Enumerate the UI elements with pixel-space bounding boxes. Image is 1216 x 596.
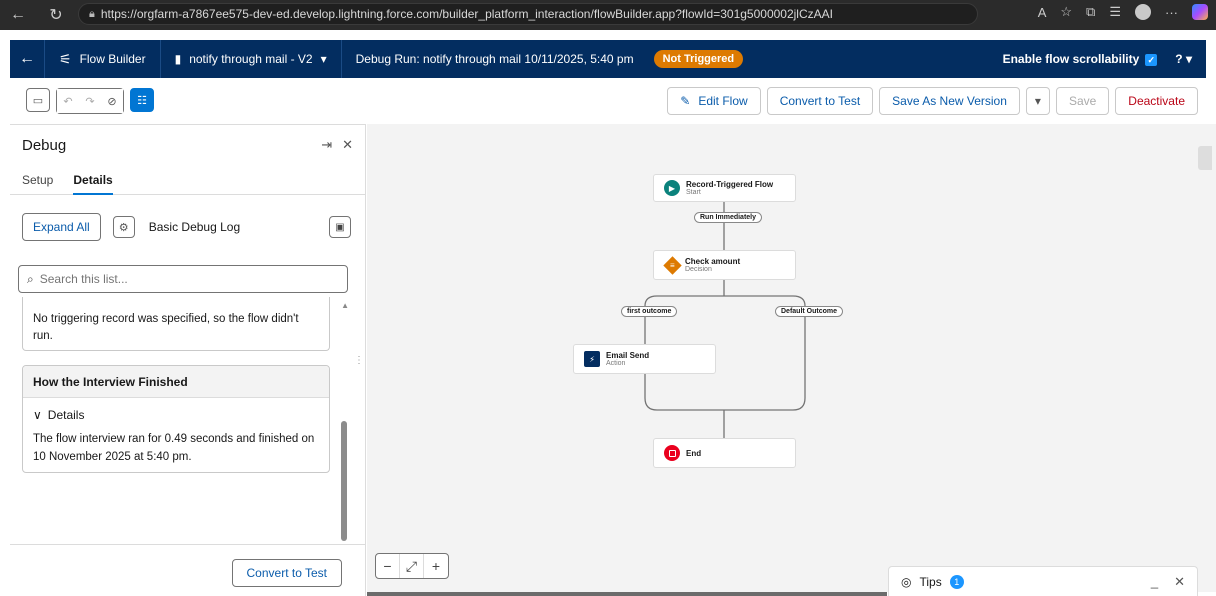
flow-toolbar: ▭ ↶ ↷ ⊘ ☷ ✎ Edit Flow Convert to Test Sav… <box>10 84 1206 118</box>
flow-version-menu[interactable]: ▮ notify through mail - V2 ▾ <box>161 52 341 66</box>
no-trigger-card: No triggering record was specified, so t… <box>22 297 330 351</box>
checkbox-checked-icon[interactable]: ✓ <box>1145 54 1158 67</box>
help-menu[interactable]: ? ▾ <box>1175 52 1192 66</box>
search-field[interactable]: ⌕ <box>18 265 348 293</box>
card2-text: The flow interview ran for 0.49 seconds … <box>33 433 315 463</box>
profile-avatar[interactable] <box>1135 4 1151 20</box>
card2-title: How the Interview Finished <box>23 366 329 398</box>
outcome-pill-default[interactable]: Default Outcome <box>775 306 844 317</box>
debug-run-info: Debug Run: notify through mail 10/11/202… <box>342 50 757 68</box>
deactivate-button[interactable]: Deactivate <box>1115 87 1198 115</box>
expand-all-button[interactable]: Expand All <box>22 213 101 241</box>
scrollability-toggle[interactable]: Enable flow scrollability ✓ <box>1003 52 1158 67</box>
save-options-dropdown[interactable]: ▾ <box>1025 87 1050 115</box>
zoom-controls: − ⤢ + <box>375 553 449 579</box>
caret-down-icon: ▾ <box>1034 94 1041 108</box>
search-icon: ⌕ <box>27 271 34 286</box>
tab-details[interactable]: Details <box>73 165 113 195</box>
copy-log-button[interactable]: ▣ <box>329 216 351 238</box>
footer-convert-to-test-button[interactable]: Convert to Test <box>231 559 342 587</box>
browser-back-icon[interactable]: ← <box>6 6 30 24</box>
zoom-in-button[interactable]: + <box>424 554 448 578</box>
tips-icon: ◎ <box>901 574 912 589</box>
more-menu-icon[interactable]: ··· <box>1165 5 1178 20</box>
close-icon[interactable]: ✕ <box>1174 574 1185 590</box>
favorite-star-icon[interactable]: ☆ <box>1060 4 1072 20</box>
save-button[interactable]: Save <box>1055 87 1110 115</box>
decision-icon: ≡ <box>663 255 682 275</box>
debug-tabs: Setup Details <box>10 165 365 195</box>
details-toggle[interactable]: ∨ Details <box>23 398 329 422</box>
debug-panel-footer: Convert to Test <box>10 544 366 596</box>
lightning-icon: ⚡︎ <box>584 351 600 367</box>
url-text: https://orgfarm-a7867ee575-dev-ed.develo… <box>100 7 833 21</box>
tab-setup[interactable]: Setup <box>22 165 53 195</box>
dock-icon[interactable]: ⇥ <box>321 137 332 153</box>
tips-panel[interactable]: ◎ Tips 1 _ ✕ <box>888 566 1198 596</box>
fit-view-icon[interactable]: ⤢ <box>400 554 424 578</box>
decision-node[interactable]: ≡ Check amount Decision <box>653 250 796 280</box>
log-level-label: Basic Debug Log <box>148 220 241 234</box>
flow-canvas[interactable]: ▶ Record-Triggered Flow Start Run Immedia… <box>367 124 1216 592</box>
close-icon[interactable]: ✕ <box>342 137 353 153</box>
gear-icon: ⚙ <box>118 221 129 234</box>
redo-button[interactable]: ↷ <box>79 89 101 113</box>
favorites-list-icon[interactable]: ☰ <box>1109 4 1121 20</box>
search-input[interactable] <box>39 272 320 286</box>
browser-refresh-icon[interactable]: ↻ <box>44 5 68 25</box>
address-bar[interactable]: 🔒︎ https://orgfarm-a7867ee575-dev-ed.dev… <box>78 3 978 25</box>
debug-panel-title: Debug <box>22 136 67 154</box>
stop-icon <box>664 445 680 461</box>
scrollbar[interactable] <box>341 301 347 546</box>
toggle-panel-button[interactable]: ▭ <box>26 88 50 112</box>
flow-builder-icon: ⚟ <box>59 50 72 67</box>
debug-log-list: No triggering record was specified, so t… <box>10 297 350 547</box>
clipboard-icon: ▣ <box>335 221 345 233</box>
canvas-horizontal-scrollbar[interactable] <box>367 592 887 596</box>
browser-toolbar: ← ↻ 🔒︎ https://orgfarm-a7867ee575-dev-ed… <box>0 0 1216 30</box>
end-node[interactable]: End <box>653 438 796 468</box>
debug-icon: ☷ <box>137 94 147 107</box>
app-title: ⚟ Flow Builder <box>59 50 146 67</box>
start-node[interactable]: ▶ Record-Triggered Flow Start <box>653 174 796 202</box>
zoom-out-button[interactable]: − <box>376 554 400 578</box>
panel-icon: ▭ <box>32 94 44 107</box>
clear-button[interactable]: ⊘ <box>101 89 123 113</box>
scrollbar-thumb[interactable] <box>341 421 347 541</box>
convert-to-test-button[interactable]: Convert to Test <box>766 87 874 115</box>
chevron-down-icon: ▾ <box>320 52 327 66</box>
action-node[interactable]: ⚡︎ Email Send Action <box>573 344 716 374</box>
debug-panel-button[interactable]: ☷ <box>130 88 154 112</box>
side-panel-tab[interactable] <box>1198 146 1212 170</box>
play-icon: ▶ <box>664 180 680 196</box>
lock-icon: 🔒︎ <box>89 7 95 20</box>
undo-button[interactable]: ↶ <box>57 89 79 113</box>
read-aloud-icon[interactable]: A <box>1038 5 1047 20</box>
chevron-down-icon: ∨ <box>33 408 42 422</box>
undo-redo-group: ↶ ↷ ⊘ <box>56 88 124 114</box>
extensions-icon[interactable]: ⧉ <box>1086 4 1095 20</box>
run-immediately-pill[interactable]: Run Immediately <box>694 212 763 223</box>
card1-text: No triggering record was specified, so t… <box>33 313 299 342</box>
copilot-icon[interactable] <box>1192 4 1208 20</box>
status-badge: Not Triggered <box>653 50 744 68</box>
log-settings-button[interactable]: ⚙ <box>112 216 135 238</box>
edit-flow-button[interactable]: ✎ Edit Flow <box>667 87 761 115</box>
pencil-icon: ✎ <box>680 94 691 108</box>
tips-count-badge: 1 <box>949 574 964 589</box>
outcome-pill-first[interactable]: first outcome <box>621 306 678 317</box>
debug-panel: Debug ⇥ ✕ Setup Details Expand All ⚙ Bas… <box>10 124 366 596</box>
back-arrow-icon[interactable]: ← <box>10 50 44 68</box>
flow-builder-header: ← ⚟ Flow Builder ▮ notify through mail -… <box>10 40 1206 78</box>
tips-label: Tips <box>919 574 942 589</box>
interview-finished-card: How the Interview Finished ∨ Details The… <box>22 365 330 473</box>
document-icon: ▮ <box>174 52 182 66</box>
save-as-new-version-button[interactable]: Save As New Version <box>879 87 1020 115</box>
minimize-icon[interactable]: _ <box>1151 574 1158 590</box>
